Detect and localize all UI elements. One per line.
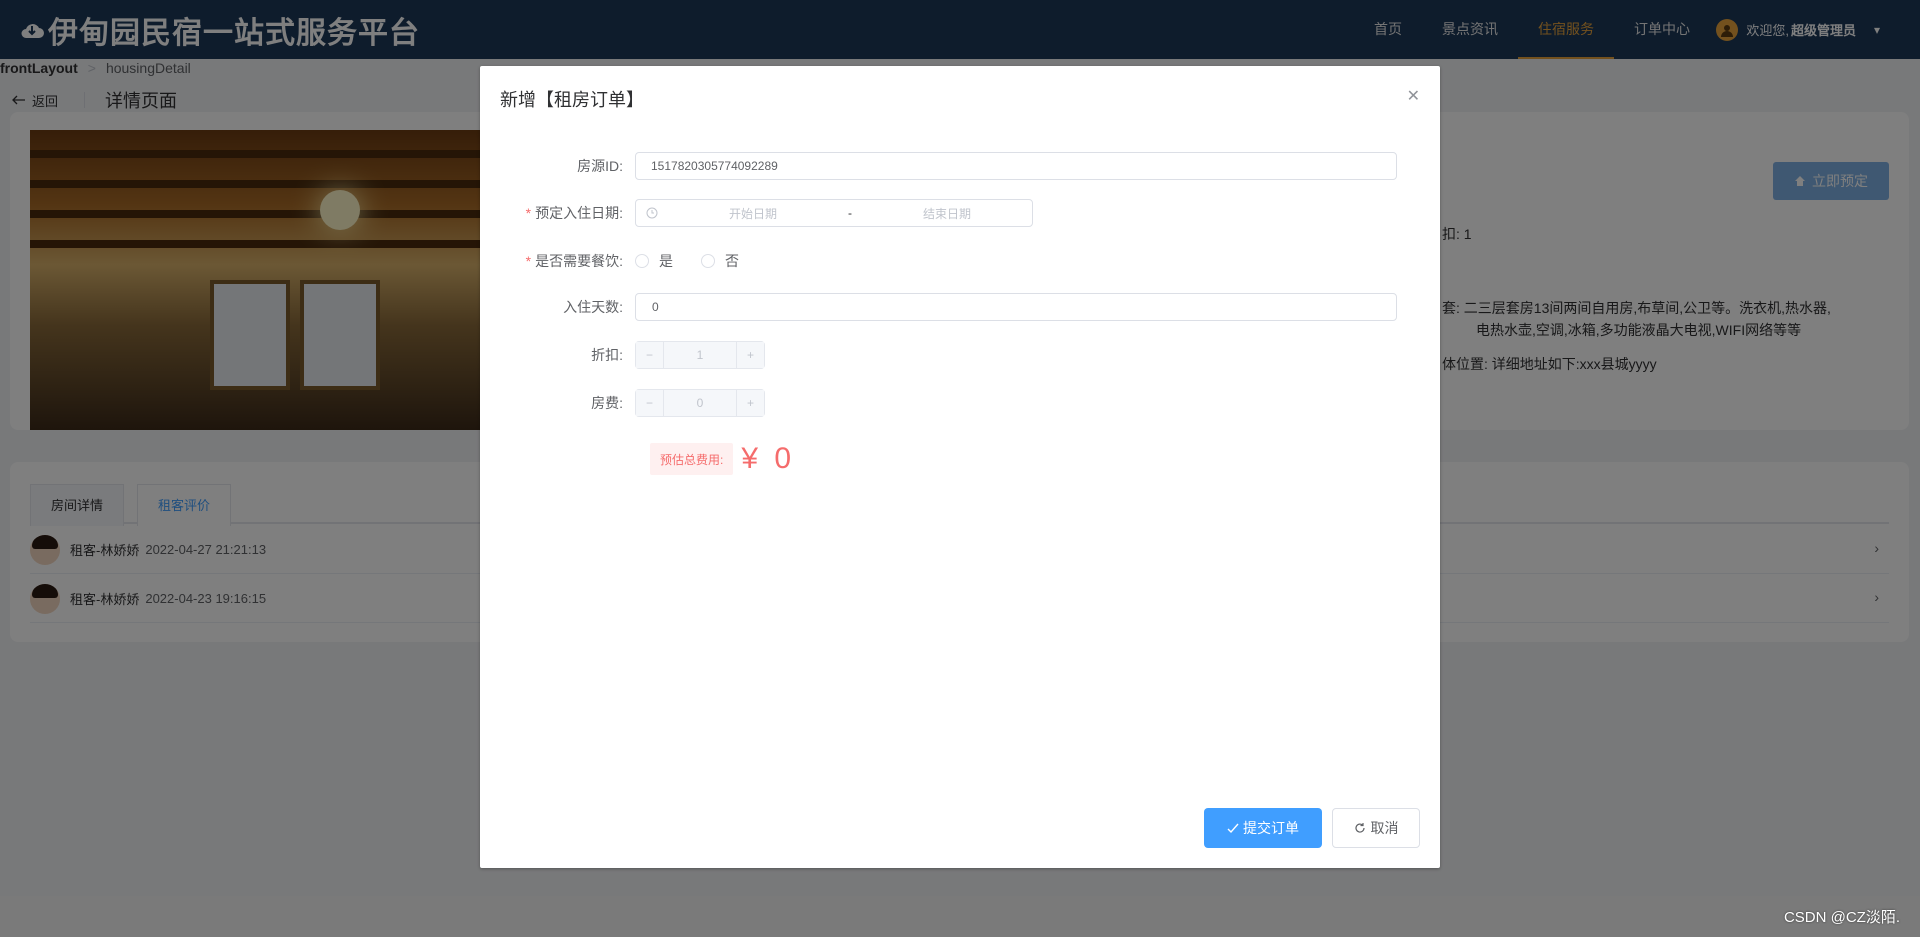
days-label: 入住天数: — [563, 299, 623, 315]
house-id-input[interactable]: 1517820305774092289 — [635, 152, 1397, 180]
close-icon[interactable]: ✕ — [1407, 86, 1420, 106]
minus-button[interactable]: − — [636, 342, 664, 368]
meal-yes-radio[interactable]: 是 — [635, 251, 673, 271]
meal-no-label: 否 — [725, 253, 739, 269]
discount-value: 1 — [664, 342, 736, 368]
new-order-dialog: 新增【租房订单】 ✕ 房源ID: 1517820305774092289 * 预定… — [480, 66, 1440, 868]
clock-icon — [646, 207, 658, 219]
estimated-total: 预估总费用: ¥ 0 — [650, 442, 795, 476]
total-amount: ¥ 0 — [741, 442, 796, 475]
required-mark: * — [525, 205, 532, 221]
required-mark: * — [525, 253, 532, 269]
total-label: 预估总费用: — [650, 443, 734, 475]
watermark: CSDN @CZ淡陌. — [1783, 909, 1900, 926]
end-date-input[interactable]: 结束日期 — [872, 205, 1022, 222]
fee-stepper: − 0 + — [635, 389, 765, 417]
cancel-button[interactable]: 取消 — [1332, 808, 1420, 848]
meal-label-wrap: * 是否需要餐饮: — [480, 251, 635, 271]
meal-row: * 是否需要餐饮: 是 否 — [480, 247, 1440, 275]
fee-row: 房费: − 0 + — [480, 389, 1440, 417]
send-icon — [1227, 823, 1239, 834]
fee-value: 0 — [664, 390, 736, 416]
submit-label: 提交订单 — [1243, 820, 1299, 836]
plus-button[interactable]: + — [736, 342, 764, 368]
discount-stepper: − 1 + — [635, 341, 765, 369]
dialog-title: 新增【租房订单】 — [500, 90, 644, 110]
meal-no-radio[interactable]: 否 — [701, 251, 739, 271]
plus-button[interactable]: + — [736, 390, 764, 416]
meal-label: 是否需要餐饮: — [535, 253, 623, 269]
meal-yes-label: 是 — [659, 253, 673, 269]
dates-label-wrap: * 预定入住日期: — [480, 203, 635, 223]
radio-circle — [701, 254, 715, 268]
date-separator: - — [848, 206, 852, 220]
fee-label: 房费: — [591, 395, 623, 411]
discount-row: 折扣: − 1 + — [480, 341, 1440, 369]
minus-button[interactable]: − — [636, 390, 664, 416]
refresh-icon — [1354, 823, 1365, 833]
checkin-dates-row: * 预定入住日期: 开始日期 - 结束日期 — [480, 199, 1440, 227]
house-id-label: 房源ID: — [577, 158, 623, 174]
days-row: 入住天数: 0 — [480, 293, 1440, 321]
dates-label: 预定入住日期: — [535, 205, 623, 221]
discount-label: 折扣: — [591, 347, 623, 363]
date-range-picker[interactable]: 开始日期 - 结束日期 — [635, 199, 1033, 227]
submit-order-button[interactable]: 提交订单 — [1204, 808, 1322, 848]
start-date-input[interactable]: 开始日期 — [678, 205, 828, 222]
house-id-row: 房源ID: 1517820305774092289 — [480, 152, 1440, 180]
cancel-label: 取消 — [1370, 820, 1399, 836]
radio-circle — [635, 254, 649, 268]
days-input[interactable]: 0 — [635, 293, 1397, 321]
